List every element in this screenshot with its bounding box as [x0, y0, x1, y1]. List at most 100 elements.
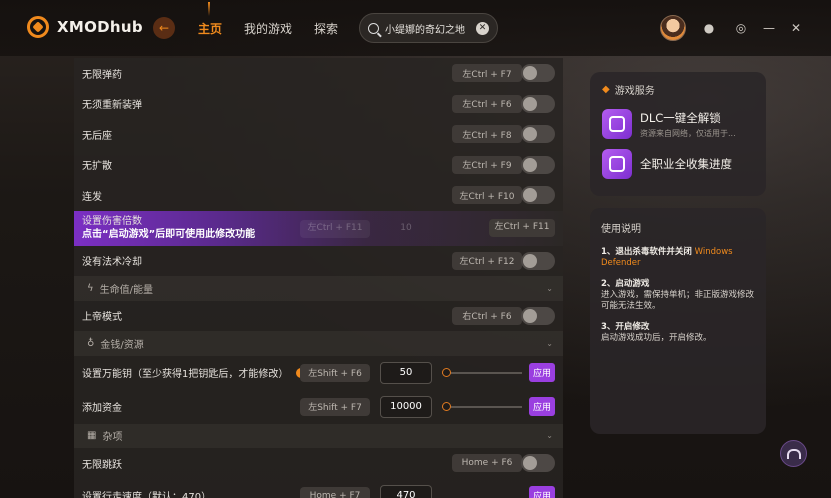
slider-handle[interactable] [442, 401, 451, 411]
section-misc[interactable]: ▦ 杂项 ⌄ [74, 423, 563, 448]
usage-title: 使用说明 [601, 224, 641, 235]
mod-label: 连发 [82, 191, 102, 203]
panel-title: ◆ 游戏服务 [602, 82, 754, 97]
mod-row-no-recoil: 无后座 左Ctrl + F8 [74, 119, 563, 150]
mod-row-infinite-ammo: 无限弹药 左Ctrl + F7 [74, 58, 563, 89]
mod-label: 无须重新装弹 [82, 100, 142, 112]
game-services-panel: ◆ 游戏服务 DLC一键全解锁 资源来自网络，仅适用于... 全职业全收集进度 [590, 72, 766, 196]
notification-icon[interactable]: ● [702, 21, 716, 35]
service-name: 全职业全收集进度 [640, 157, 732, 171]
headset-icon[interactable] [780, 440, 807, 467]
mod-list: 无限弹药 左Ctrl + F7 无须重新装弹 左Ctrl + F6 无后座 左C… [74, 58, 563, 498]
mod-label: 添加资金 [82, 403, 122, 414]
chevron-down-icon: ⌄ [546, 283, 553, 293]
hotkey-button[interactable]: 右Ctrl + F6 [452, 306, 522, 325]
mod-toggle[interactable] [521, 125, 555, 144]
apply-button[interactable]: 应用 [529, 486, 555, 498]
hotkey-button[interactable]: 左Ctrl + F11 [489, 218, 555, 237]
nav-explore[interactable]: 探索 [314, 20, 338, 37]
hotkey-button[interactable]: 左Shift + F6 [300, 363, 370, 382]
section-money[interactable]: ♁ 金钱/资源 ⌄ [74, 331, 563, 356]
apply-button[interactable]: 应用 [529, 397, 555, 416]
section-label: 生命值/能量 [99, 284, 153, 296]
value-input[interactable]: 470 [380, 484, 432, 498]
clear-search-button[interactable]: ✕ [476, 21, 489, 35]
mod-toggle[interactable] [521, 155, 555, 174]
mod-row-no-spell-cooldown: 没有法术冷却 左Ctrl + F12 [74, 245, 563, 276]
dlc-icon [602, 109, 632, 139]
mod-label: 设置万能钥（至少获得1把钥匙后，才能修改） [82, 369, 289, 380]
service-dlc-unlock[interactable]: DLC一键全解锁 资源来自网络，仅适用于... [602, 109, 754, 139]
top-bar: XMODhub ← 主页 我的游戏 探索 小缇娜的奇幻之地 ✕ ● ◎ — ✕ [0, 0, 831, 56]
hotkey-button[interactable]: Home + F6 [452, 454, 522, 473]
service-sub: 资源来自网络，仅适用于... [640, 128, 736, 138]
section-health[interactable]: ϟ 生命值/能量 ⌄ [74, 276, 563, 301]
search-input[interactable]: 小缇娜的奇幻之地 ✕ [359, 13, 498, 43]
money-bag-icon: ♁ [87, 337, 95, 349]
disabled-hotkey: 左Ctrl + F11 [300, 219, 370, 238]
mod-label: 设置行走速度（默认：470） [82, 492, 212, 498]
chevron-down-icon: ⌄ [546, 431, 553, 441]
logo[interactable]: XMODhub [27, 16, 143, 38]
hotkey-button[interactable]: 左Ctrl + F7 [452, 64, 522, 83]
mod-label: 上帝模式 [82, 312, 122, 324]
arrow-left-icon: ← [158, 21, 170, 35]
hotkey-button[interactable]: 左Ctrl + F10 [452, 186, 522, 205]
step3-body: 启动游戏成功后，开启修改。 [601, 333, 712, 343]
chevron-down-icon: ⌄ [546, 338, 553, 348]
value-input[interactable]: 50 [380, 361, 432, 384]
mod-row-no-reload: 无须重新装弹 左Ctrl + F6 [74, 88, 563, 119]
section-label: 杂项 [102, 432, 123, 444]
cube-icon: ◆ [602, 84, 610, 95]
main-nav: 主页 我的游戏 探索 [198, 2, 338, 37]
section-label: 金钱/资源 [100, 339, 144, 351]
minimize-icon[interactable]: — [762, 21, 776, 35]
mod-toggle[interactable] [521, 94, 555, 113]
mod-toggle[interactable] [521, 64, 555, 83]
mod-label: 没有法术冷却 [82, 257, 142, 269]
back-button[interactable]: ← [153, 17, 175, 39]
slider-handle[interactable] [442, 367, 451, 377]
step2-title: 2、启动游戏 [601, 279, 650, 289]
hotkey-button[interactable]: 左Shift + F7 [300, 397, 370, 416]
hotkey-button[interactable]: Home + F7 [300, 486, 370, 498]
value-slider[interactable] [442, 367, 522, 377]
logo-icon [27, 16, 49, 38]
services-title: 游戏服务 [614, 86, 655, 97]
mod-label: 无扩散 [82, 161, 112, 173]
lightning-icon: ϟ [87, 282, 94, 294]
usage-panel: 使用说明 1、退出杀毒软件并关闭 Windows Defender 2、启动游戏… [590, 208, 766, 434]
settings-icon[interactable]: ◎ [734, 21, 748, 35]
mod-row-infinite-jump: 无限跳跃 Home + F6 [74, 448, 563, 479]
mod-toggle[interactable] [521, 251, 555, 270]
launch-hint: 点击“启动游戏”后即可使用此修改功能 [82, 229, 256, 240]
mod-row-no-spread: 无扩散 左Ctrl + F9 [74, 149, 563, 180]
nav-home[interactable]: 主页 [198, 2, 222, 37]
grid-icon: ▦ [87, 430, 97, 442]
mod-toggle[interactable] [521, 186, 555, 205]
apply-button[interactable]: 应用 [529, 363, 555, 382]
mod-label: 无后座 [82, 130, 112, 142]
value-slider[interactable] [442, 401, 522, 411]
mod-label: 无限弹药 [82, 69, 122, 81]
mod-label: 无限跳跃 [82, 459, 122, 471]
mod-row-rapid-fire: 连发 左Ctrl + F10 [74, 180, 563, 211]
disabled-value: 10 [400, 223, 412, 233]
hotkey-button[interactable]: 左Ctrl + F9 [452, 155, 522, 174]
mod-label: 设置伤害倍数 [82, 216, 142, 227]
service-name: DLC一键全解锁 [640, 110, 721, 125]
hotkey-button[interactable]: 左Ctrl + F6 [452, 94, 522, 113]
step1-title: 1、退出杀毒软件并关闭 [601, 247, 692, 257]
mod-row-add-money: 添加资金 左Shift + F7 10000 应用 [74, 389, 563, 424]
step2-body: 进入游戏，需保持单机；非正版游戏修改可能无法生效。 [601, 290, 755, 311]
step3-title: 3、开启修改 [601, 322, 650, 332]
value-input[interactable]: 10000 [380, 395, 432, 418]
mod-toggle[interactable] [521, 306, 555, 325]
hotkey-button[interactable]: 左Ctrl + F8 [452, 125, 522, 144]
close-icon[interactable]: ✕ [789, 21, 803, 35]
nav-my-games[interactable]: 我的游戏 [244, 20, 292, 37]
hotkey-button[interactable]: 左Ctrl + F12 [452, 251, 522, 270]
mod-toggle[interactable] [521, 454, 555, 473]
avatar[interactable] [660, 15, 686, 41]
service-full-collection[interactable]: 全职业全收集进度 [602, 149, 754, 179]
